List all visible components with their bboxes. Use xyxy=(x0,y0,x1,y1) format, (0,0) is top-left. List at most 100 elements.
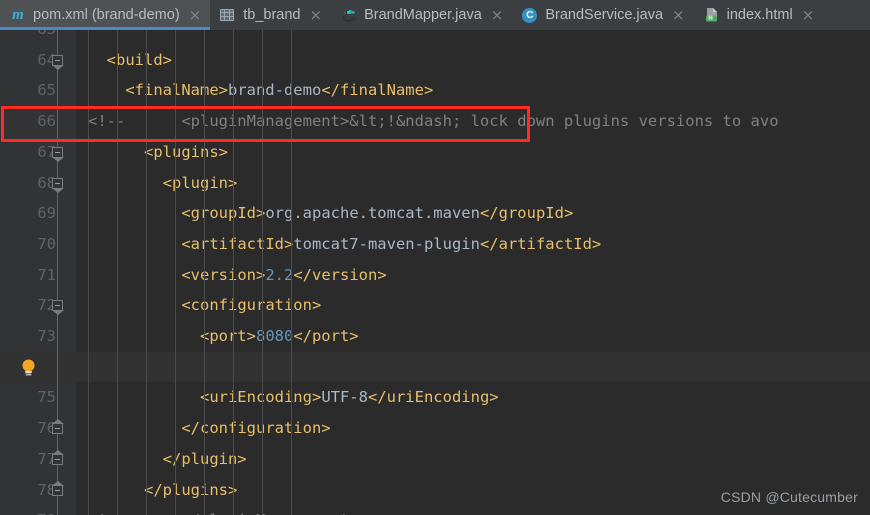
editor-tab-label: BrandMapper.java xyxy=(364,7,482,23)
code-token: <plugins> xyxy=(144,142,228,161)
code-token: 2.2 xyxy=(265,265,294,284)
code-fold-up-icon[interactable] xyxy=(52,449,64,465)
line-number: 71 xyxy=(37,265,56,284)
code-line[interactable]: </plugins> xyxy=(88,475,237,506)
code-token: <!-- <pluginManagement>&lt;!&ndash; lock… xyxy=(88,112,779,131)
editor-tab-bar: m pom.xml (brand-demo) × tb_brand × Bran… xyxy=(0,0,870,30)
line-number: 73 xyxy=(37,327,56,345)
code-token: <version> xyxy=(181,265,266,284)
code-token: <groupId> xyxy=(181,204,266,223)
code-fold-down-icon[interactable] xyxy=(52,54,64,70)
line-number: 70 xyxy=(37,234,56,253)
line-number: 68 xyxy=(37,173,56,192)
indent-guide xyxy=(262,30,263,515)
indent-guide xyxy=(291,30,292,515)
watermark-text: CSDN @Cutecumber xyxy=(720,489,858,505)
code-token: <artifactId> xyxy=(181,234,294,253)
code-token: <!-- </pluginManagement>--> xyxy=(88,511,387,515)
line-number: 78 xyxy=(37,480,56,499)
code-token: </finalName> xyxy=(321,81,434,100)
code-line[interactable]: <build> xyxy=(88,45,172,76)
code-token: UTF-8 xyxy=(321,388,368,407)
code-line[interactable]: <!-- </pluginManagement>--> xyxy=(88,505,387,515)
lightbulb-icon[interactable] xyxy=(20,358,37,377)
line-number: 72 xyxy=(37,296,56,315)
idea-editor-window: m pom.xml (brand-demo) × tb_brand × Bran… xyxy=(0,0,870,515)
code-token: org.apache.tomcat.maven xyxy=(265,204,480,223)
code-token: </plugins> xyxy=(144,480,238,499)
tab-close-icon[interactable]: × xyxy=(672,7,685,23)
indent-guide xyxy=(204,30,205,515)
indent-guide xyxy=(88,30,89,515)
tab-close-icon[interactable]: × xyxy=(189,7,202,23)
code-line[interactable]: </plugin> xyxy=(88,444,247,475)
code-line[interactable]: <groupId>org.apache.tomcat.maven</groupI… xyxy=(88,198,573,229)
code-line[interactable]: <artifactId>tomcat7-maven-plugin</artifa… xyxy=(88,229,601,260)
line-number: 69 xyxy=(37,204,56,223)
line-number: 67 xyxy=(37,142,56,161)
maven-icon: m xyxy=(12,7,24,23)
line-number: 65 xyxy=(37,81,56,100)
line-number: 76 xyxy=(37,419,56,438)
tab-close-icon[interactable]: × xyxy=(802,7,815,23)
line-number: 63 xyxy=(0,30,56,45)
html-file-icon: H xyxy=(704,7,720,23)
code-fold-up-icon[interactable] xyxy=(52,419,64,435)
code-token: </artifactId> xyxy=(479,234,602,253)
editor-tab-tb-brand[interactable]: tb_brand × xyxy=(210,0,331,30)
editor-gutter[interactable]: 636465666768697071727374757677787980 xyxy=(0,30,76,515)
indent-guide xyxy=(233,30,234,515)
editor-tab-index-html[interactable]: H index.html × xyxy=(694,0,824,30)
code-line[interactable]: <finalName>brand-demo</finalName> xyxy=(88,75,433,106)
code-token: <port> xyxy=(199,327,256,345)
indent-guide xyxy=(117,30,118,515)
editor-tab-pom-xml[interactable]: m pom.xml (brand-demo) × xyxy=(0,0,211,30)
database-table-icon xyxy=(220,7,236,23)
svg-text:H: H xyxy=(708,16,712,22)
indent-guide xyxy=(146,30,147,515)
editor-tab-label: pom.xml (brand-demo) xyxy=(33,7,180,23)
editor-tab-label: tb_brand xyxy=(243,7,301,23)
indent-guide xyxy=(175,30,176,515)
code-token: </version> xyxy=(293,265,387,284)
code-fold-up-icon[interactable] xyxy=(52,480,64,496)
code-line[interactable]: <!-- <pluginManagement>&lt;!&ndash; lock… xyxy=(88,106,779,137)
code-line[interactable]: </configuration> xyxy=(88,413,330,444)
code-folding-line xyxy=(57,30,58,515)
code-fold-down-icon[interactable] xyxy=(52,146,64,162)
tab-close-icon[interactable]: × xyxy=(310,7,323,23)
code-line[interactable]: <uriEncoding>UTF-8</uriEncoding> xyxy=(88,382,499,413)
code-fold-down-icon[interactable] xyxy=(52,300,64,316)
code-line[interactable]: <port>8080</port> xyxy=(88,321,359,352)
line-number: 75 xyxy=(37,388,56,407)
editor-tab-brandservice-java[interactable]: C BrandService.java × xyxy=(512,0,693,30)
code-editor[interactable]: 636465666768697071727374757677787980 <bu… xyxy=(0,30,870,515)
code-line[interactable]: <version>2.2</version> xyxy=(88,260,387,291)
code-token: <uriEncoding> xyxy=(199,388,322,407)
current-line-highlight xyxy=(0,351,870,383)
code-fold-down-icon[interactable] xyxy=(52,177,64,193)
editor-tab-brandmapper-java[interactable]: BrandMapper.java × xyxy=(331,0,512,30)
code-token: tomcat7-maven-plugin xyxy=(293,234,480,253)
code-token: <plugin> xyxy=(162,173,238,192)
editor-code-area[interactable]: <build> <finalName>brand-demo</finalName… xyxy=(76,30,870,515)
tab-close-icon[interactable]: × xyxy=(491,7,504,23)
line-number: 79 xyxy=(0,505,56,515)
code-line[interactable]: <plugins> xyxy=(88,137,228,168)
java-class-icon: C xyxy=(522,7,538,23)
code-line[interactable]: <plugin> xyxy=(88,168,238,199)
line-number: 77 xyxy=(37,449,56,468)
